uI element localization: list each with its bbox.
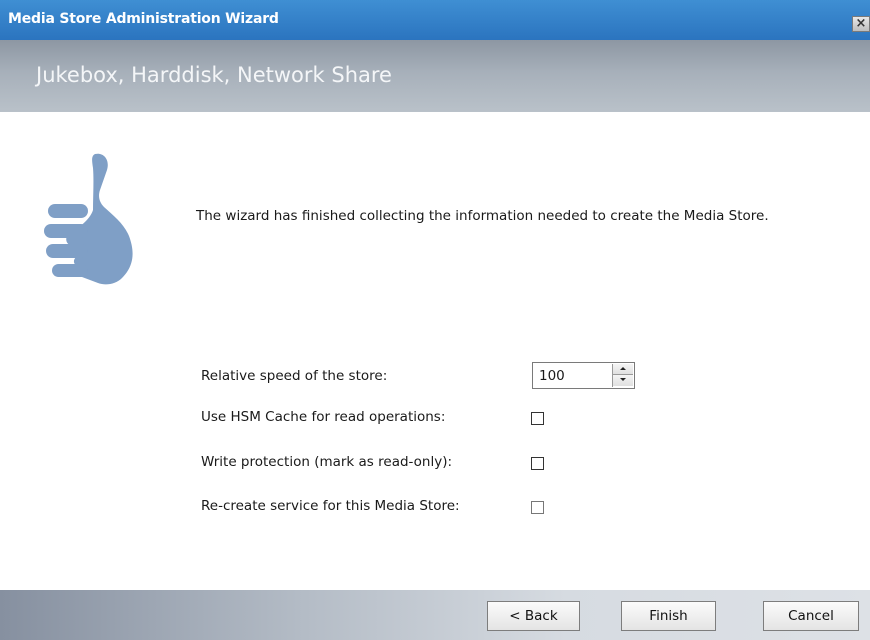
back-button[interactable]: < Back <box>487 601 580 631</box>
relative-speed-value[interactable]: 100 <box>539 368 565 384</box>
wizard-footer <box>0 590 870 640</box>
completion-message: The wizard has finished collecting the i… <box>196 208 769 224</box>
cancel-button[interactable]: Cancel <box>763 601 859 631</box>
recreate-service-label: Re-create service for this Media Store: <box>201 498 460 514</box>
title-bar: Media Store Administration Wizard × <box>0 0 870 40</box>
finish-button[interactable]: Finish <box>621 601 716 631</box>
spin-up-icon[interactable] <box>613 364 633 375</box>
wizard-header: Jukebox, Harddisk, Network Share <box>0 40 870 112</box>
relative-speed-stepper[interactable]: 100 <box>532 362 635 389</box>
recreate-service-checkbox[interactable] <box>531 501 544 514</box>
thumbs-up-icon <box>44 153 133 285</box>
spin-down-icon[interactable] <box>613 375 633 386</box>
close-button[interactable]: × <box>852 16 870 32</box>
hsm-cache-label: Use HSM Cache for read operations: <box>201 409 446 425</box>
hsm-cache-checkbox[interactable] <box>531 412 544 425</box>
stepper-arrows <box>612 364 633 387</box>
write-protection-label: Write protection (mark as read-only): <box>201 454 453 470</box>
write-protection-checkbox[interactable] <box>531 457 544 470</box>
wizard-subtitle: Jukebox, Harddisk, Network Share <box>36 63 392 87</box>
window-title: Media Store Administration Wizard <box>8 11 279 27</box>
relative-speed-label: Relative speed of the store: <box>201 368 388 384</box>
